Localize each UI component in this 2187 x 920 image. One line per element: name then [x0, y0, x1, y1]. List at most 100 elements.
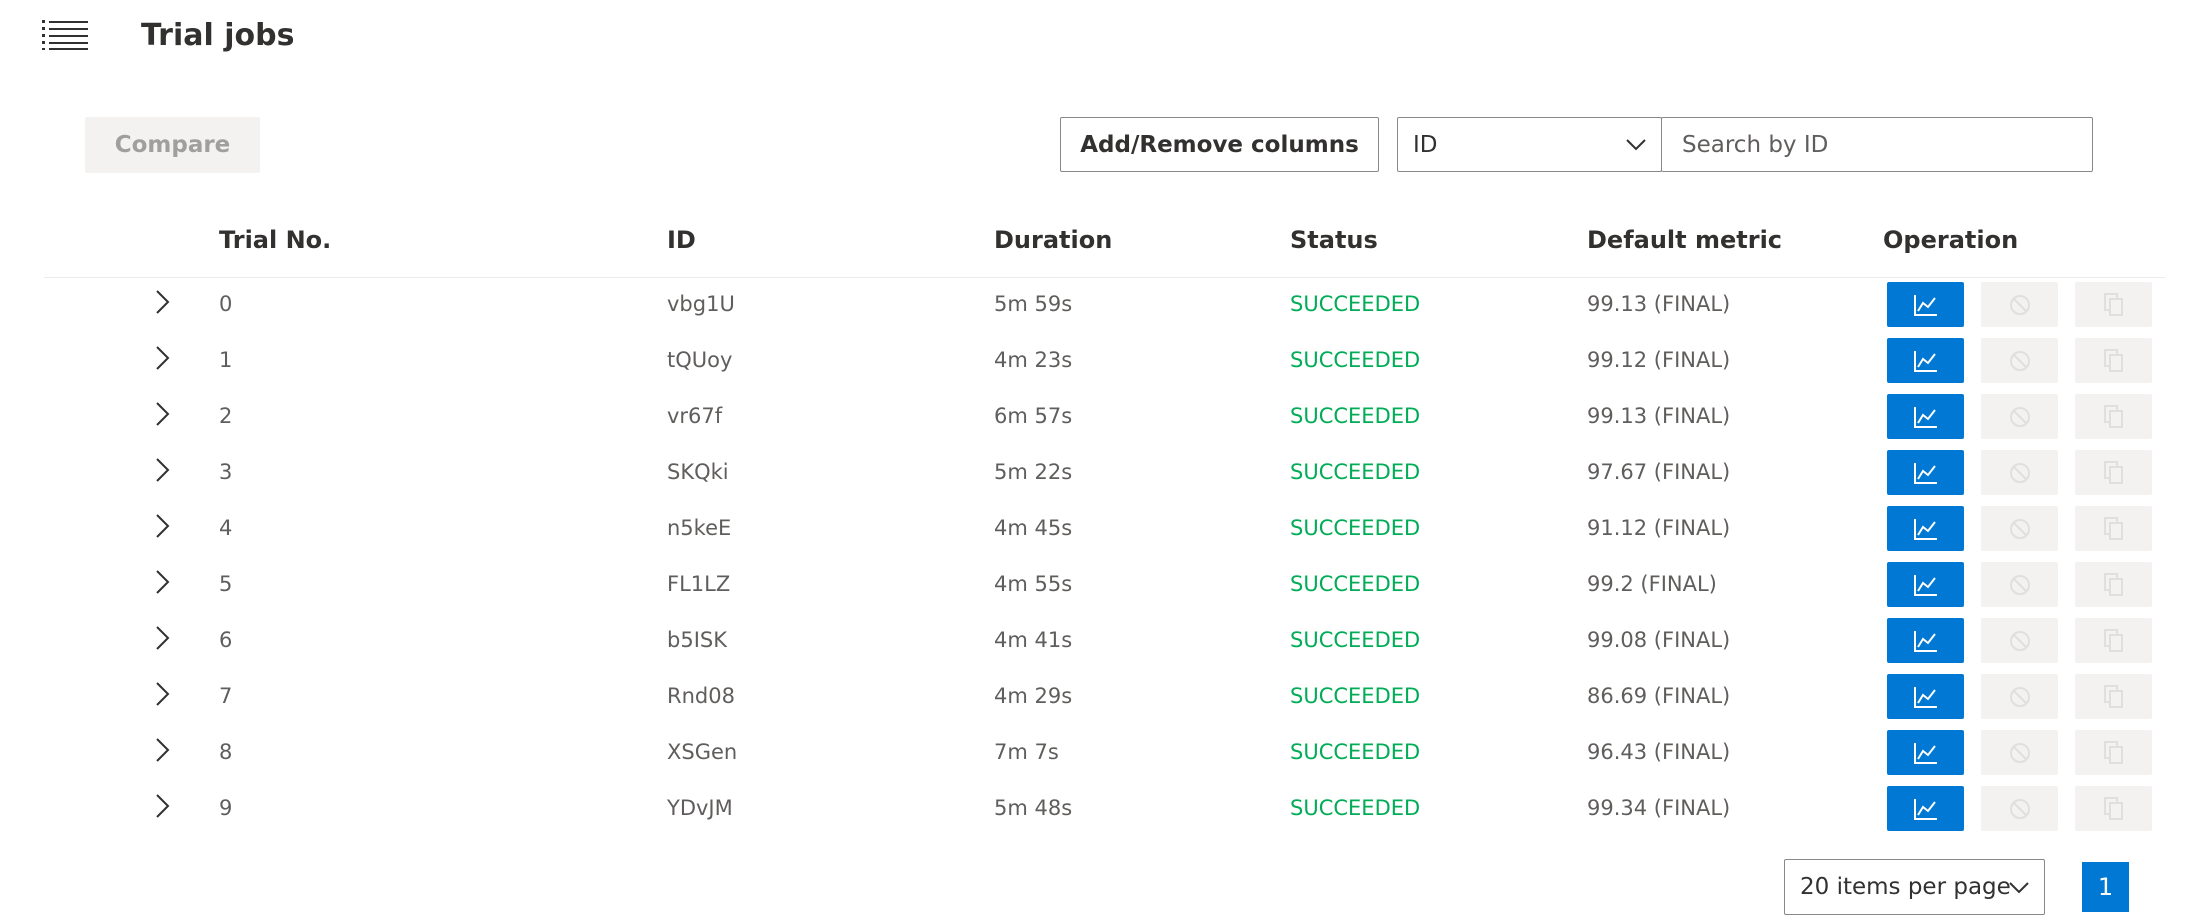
chevron-right-icon[interactable]	[149, 344, 175, 372]
kill-trial-button[interactable]	[1981, 506, 2058, 551]
chevron-down-icon	[2009, 882, 2029, 894]
chevron-right-icon[interactable]	[149, 624, 175, 652]
trial-id-cell: vr67f	[667, 404, 723, 428]
table-row[interactable]: 7 Rnd08 4m 29s SUCCEEDED 86.69 (FINAL)	[44, 668, 2165, 724]
line-chart-icon	[1913, 350, 1937, 372]
trial-no-cell: 1	[219, 348, 233, 372]
column-header-trial-no[interactable]: Trial No.	[219, 220, 331, 260]
copy-icon	[2103, 796, 2123, 820]
blocked-icon	[2009, 462, 2030, 483]
trial-id-cell: vbg1U	[667, 292, 735, 316]
search-input[interactable]	[1661, 117, 2093, 172]
duration-cell: 4m 29s	[994, 684, 1073, 708]
duration-cell: 4m 41s	[994, 628, 1073, 652]
copy-trial-button[interactable]	[2075, 450, 2152, 495]
blocked-icon	[2009, 574, 2030, 595]
view-metrics-button[interactable]	[1887, 506, 1964, 551]
line-chart-icon	[1913, 294, 1937, 316]
kill-trial-button[interactable]	[1981, 730, 2058, 775]
default-metric-cell: 99.2 (FINAL)	[1587, 572, 1717, 596]
copy-icon	[2103, 292, 2123, 316]
status-cell: SUCCEEDED	[1290, 628, 1421, 652]
view-metrics-button[interactable]	[1887, 338, 1964, 383]
chevron-right-icon[interactable]	[149, 680, 175, 708]
kill-trial-button[interactable]	[1981, 674, 2058, 719]
default-metric-cell: 99.34 (FINAL)	[1587, 796, 1731, 820]
copy-trial-button[interactable]	[2075, 338, 2152, 383]
status-cell: SUCCEEDED	[1290, 684, 1421, 708]
duration-cell: 5m 48s	[994, 796, 1073, 820]
copy-trial-button[interactable]	[2075, 394, 2152, 439]
chevron-right-icon[interactable]	[149, 456, 175, 484]
chevron-right-icon[interactable]	[149, 736, 175, 764]
copy-trial-button[interactable]	[2075, 618, 2152, 663]
chevron-right-icon[interactable]	[149, 568, 175, 596]
default-metric-cell: 97.67 (FINAL)	[1587, 460, 1731, 484]
copy-trial-button[interactable]	[2075, 786, 2152, 831]
table-row[interactable]: 4 n5keE 4m 45s SUCCEEDED 91.12 (FINAL)	[44, 500, 2165, 556]
chevron-right-icon[interactable]	[149, 792, 175, 820]
trial-id-cell: Rnd08	[667, 684, 735, 708]
blocked-icon	[2009, 686, 2030, 707]
table-row[interactable]: 0 vbg1U 5m 59s SUCCEEDED 99.13 (FINAL)	[44, 276, 2165, 332]
view-metrics-button[interactable]	[1887, 394, 1964, 439]
kill-trial-button[interactable]	[1981, 282, 2058, 327]
copy-trial-button[interactable]	[2075, 282, 2152, 327]
kill-trial-button[interactable]	[1981, 562, 2058, 607]
blocked-icon	[2009, 630, 2030, 651]
view-metrics-button[interactable]	[1887, 618, 1964, 663]
compare-button[interactable]: Compare	[85, 117, 260, 173]
chevron-right-icon[interactable]	[149, 288, 175, 316]
kill-trial-button[interactable]	[1981, 394, 2058, 439]
copy-trial-button[interactable]	[2075, 506, 2152, 551]
add-remove-columns-button[interactable]: Add/Remove columns	[1060, 117, 1379, 172]
table-row[interactable]: 3 SKQki 5m 22s SUCCEEDED 97.67 (FINAL)	[44, 444, 2165, 500]
trial-no-cell: 7	[219, 684, 233, 708]
kill-trial-button[interactable]	[1981, 618, 2058, 663]
kill-trial-button[interactable]	[1981, 786, 2058, 831]
trial-no-cell: 2	[219, 404, 233, 428]
view-metrics-button[interactable]	[1887, 282, 1964, 327]
blocked-icon	[2009, 518, 2030, 539]
view-metrics-button[interactable]	[1887, 786, 1964, 831]
table-row[interactable]: 5 FL1LZ 4m 55s SUCCEEDED 99.2 (FINAL)	[44, 556, 2165, 612]
copy-icon	[2103, 572, 2123, 596]
status-cell: SUCCEEDED	[1290, 348, 1421, 372]
column-header-default-metric[interactable]: Default metric	[1587, 220, 1782, 260]
trial-id-cell: b5ISK	[667, 628, 727, 652]
search-field-dropdown[interactable]: ID	[1397, 117, 1662, 172]
kill-trial-button[interactable]	[1981, 338, 2058, 383]
page-button-current[interactable]: 1	[2082, 862, 2129, 912]
kill-trial-button[interactable]	[1981, 450, 2058, 495]
blocked-icon	[2009, 294, 2030, 315]
table-row[interactable]: 6 b5ISK 4m 41s SUCCEEDED 99.08 (FINAL)	[44, 612, 2165, 668]
blocked-icon	[2009, 798, 2030, 819]
page-size-value: 20 items per page	[1800, 874, 2011, 900]
view-metrics-button[interactable]	[1887, 562, 1964, 607]
blocked-icon	[2009, 406, 2030, 427]
column-header-duration[interactable]: Duration	[994, 220, 1112, 260]
table-row[interactable]: 1 tQUoy 4m 23s SUCCEEDED 99.12 (FINAL)	[44, 332, 2165, 388]
view-metrics-button[interactable]	[1887, 730, 1964, 775]
column-header-id[interactable]: ID	[667, 220, 696, 260]
table-row[interactable]: 2 vr67f 6m 57s SUCCEEDED 99.13 (FINAL)	[44, 388, 2165, 444]
chevron-right-icon[interactable]	[149, 512, 175, 540]
status-cell: SUCCEEDED	[1290, 404, 1421, 428]
table-row[interactable]: 9 YDvJM 5m 48s SUCCEEDED 99.34 (FINAL)	[44, 780, 2165, 836]
table-row[interactable]: 8 XSGen 7m 7s SUCCEEDED 96.43 (FINAL)	[44, 724, 2165, 780]
trial-id-cell: tQUoy	[667, 348, 733, 372]
default-metric-cell: 91.12 (FINAL)	[1587, 516, 1731, 540]
column-header-status[interactable]: Status	[1290, 220, 1378, 260]
copy-icon	[2103, 684, 2123, 708]
chevron-right-icon[interactable]	[149, 400, 175, 428]
copy-trial-button[interactable]	[2075, 562, 2152, 607]
line-chart-icon	[1913, 686, 1937, 708]
page-size-dropdown[interactable]: 20 items per page	[1784, 859, 2045, 915]
copy-trial-button[interactable]	[2075, 730, 2152, 775]
view-metrics-button[interactable]	[1887, 450, 1964, 495]
view-metrics-button[interactable]	[1887, 674, 1964, 719]
trial-id-cell: SKQki	[667, 460, 729, 484]
copy-trial-button[interactable]	[2075, 674, 2152, 719]
trial-no-cell: 8	[219, 740, 233, 764]
menu-list-icon[interactable]	[42, 18, 88, 50]
